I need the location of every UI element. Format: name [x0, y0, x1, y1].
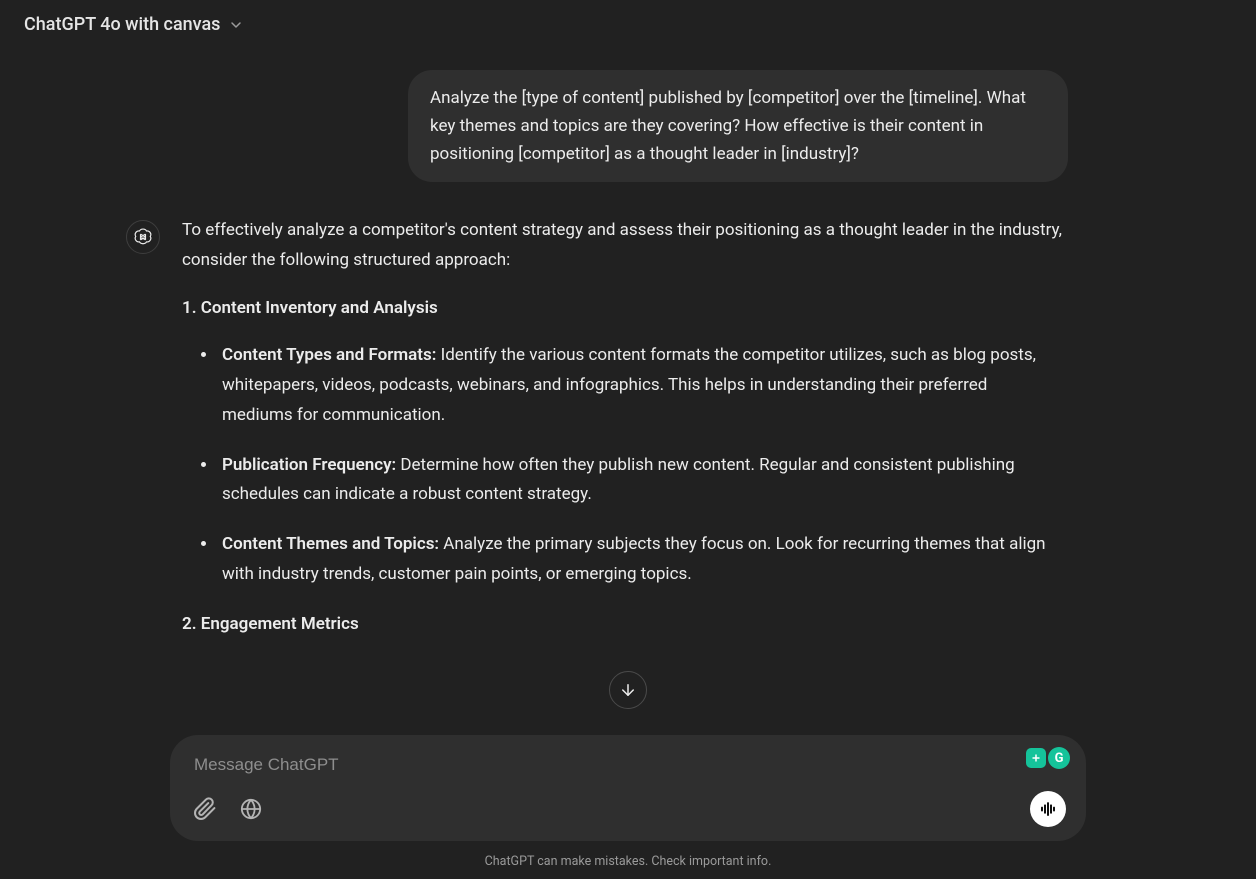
section-heading-2: 2. Engagement Metrics: [182, 610, 1062, 640]
arrow-down-icon: [619, 681, 637, 699]
model-selector[interactable]: ChatGPT 4o with canvas: [14, 8, 254, 41]
scroll-to-bottom-button[interactable]: [609, 671, 647, 709]
chat-scroll-area[interactable]: Analyze the [type of content] published …: [0, 60, 1256, 719]
section-1-list: Content Types and Formats: Identify the …: [182, 341, 1062, 589]
section-heading-1: 1. Content Inventory and Analysis: [182, 294, 1062, 324]
assistant-avatar: [126, 220, 160, 254]
list-item: Content Types and Formats: Identify the …: [218, 341, 1062, 430]
composer-box: G: [170, 735, 1086, 841]
attach-file-button[interactable]: [190, 794, 220, 824]
assistant-message-row: To effectively analyze a competitor's co…: [188, 216, 1068, 657]
grammarly-add-icon: [1026, 748, 1046, 768]
voice-input-button[interactable]: [1030, 791, 1066, 827]
sound-wave-icon: [1039, 800, 1057, 818]
model-label: ChatGPT 4o with canvas: [24, 14, 220, 35]
user-message-bubble: Analyze the [type of content] published …: [408, 70, 1068, 182]
globe-icon: [240, 798, 262, 820]
openai-logo-icon: [133, 227, 153, 247]
assistant-intro: To effectively analyze a competitor's co…: [182, 216, 1062, 276]
chevron-down-icon: [228, 17, 244, 33]
message-input[interactable]: [190, 751, 1066, 791]
disclaimer-text: ChatGPT can make mistakes. Check importa…: [0, 854, 1256, 869]
assistant-message-content: To effectively analyze a competitor's co…: [182, 216, 1062, 657]
list-item: Content Themes and Topics: Analyze the p…: [218, 530, 1062, 590]
web-browse-button[interactable]: [236, 794, 266, 824]
composer: G: [170, 735, 1086, 841]
list-item: Publication Frequency: Determine how oft…: [218, 451, 1062, 511]
paperclip-icon: [193, 797, 217, 821]
user-message-row: Analyze the [type of content] published …: [188, 70, 1068, 182]
grammarly-widget[interactable]: G: [1026, 747, 1070, 769]
grammarly-logo-icon: G: [1048, 747, 1070, 769]
